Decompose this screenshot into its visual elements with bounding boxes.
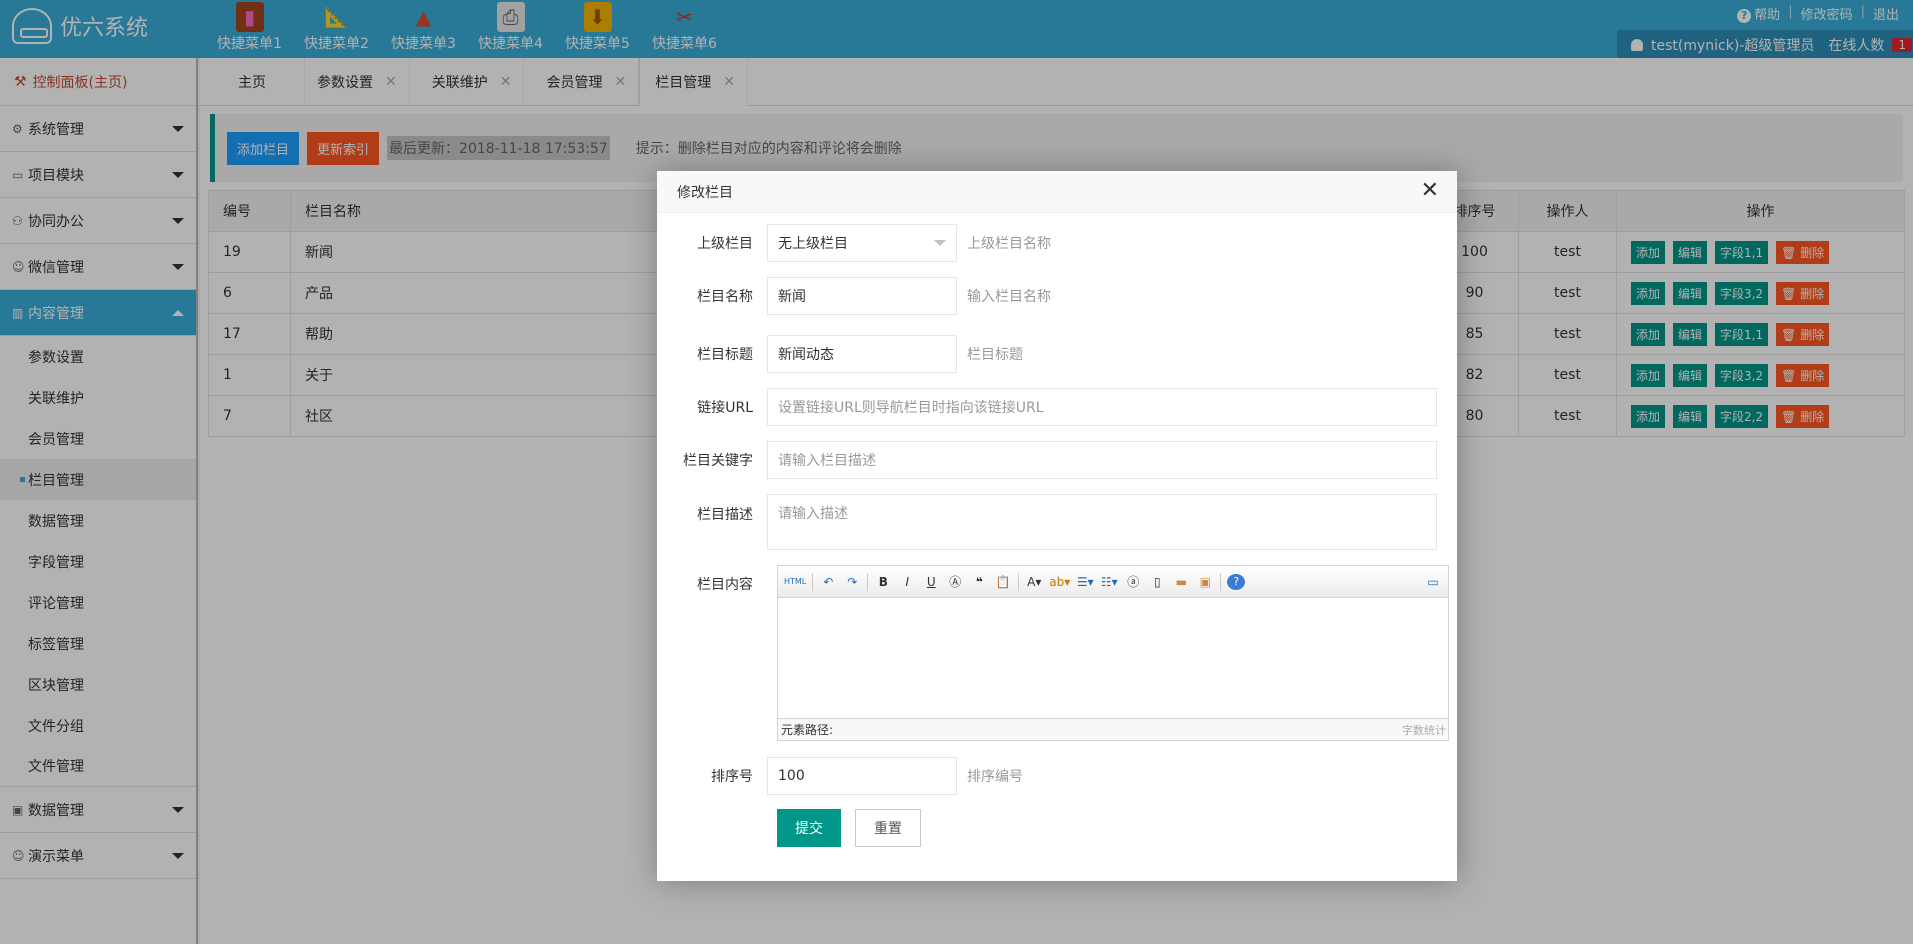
redo-icon[interactable]: ↷ xyxy=(843,573,861,591)
fullscreen-icon[interactable]: ▭ xyxy=(1424,573,1442,591)
editor-body[interactable] xyxy=(778,598,1448,718)
font-border-icon[interactable]: Ⓐ xyxy=(946,573,964,591)
highlight-icon[interactable]: ab▾ xyxy=(1049,573,1070,591)
parent-label: 上级栏目 xyxy=(697,236,753,252)
content-label: 栏目内容 xyxy=(697,577,753,593)
modal-title: 修改栏目 xyxy=(677,184,733,201)
close-icon[interactable]: ✕ xyxy=(1421,180,1439,202)
editor-toolbar: HTML ↶ ↷ B I U Ⓐ ❝ 📋 A▾ ab▾ ☰▾ ☷▾ ⓐ ▯ ▬ … xyxy=(778,566,1448,598)
element-path: 元素路径: xyxy=(781,723,834,737)
word-count: 字数统计 xyxy=(1402,723,1446,737)
quote-icon[interactable]: ❝ xyxy=(970,573,988,591)
edit-column-modal: 修改栏目 ✕ 上级栏目 无上级栏目 上级栏目名称 栏目名称 新闻 输入栏目名称 … xyxy=(657,171,1457,881)
title-label: 栏目标题 xyxy=(697,347,753,363)
html-source-icon[interactable]: HTML xyxy=(784,573,806,591)
title-aux: 栏目标题 xyxy=(967,347,1023,363)
parent-row: 上级栏目 无上级栏目 上级栏目名称 xyxy=(657,224,1051,262)
keywords-label: 栏目关键字 xyxy=(683,453,753,469)
description-textarea[interactable]: 请输入描述 xyxy=(767,494,1437,550)
description-row: 栏目描述 请输入描述 xyxy=(657,494,1437,550)
file-icon[interactable]: ▯ xyxy=(1148,573,1166,591)
font-color-icon[interactable]: A▾ xyxy=(1025,573,1043,591)
sort-input[interactable]: 100 xyxy=(767,757,957,795)
column-name-input[interactable]: 新闻 xyxy=(767,277,957,315)
url-row: 链接URL 设置链接URL则导航栏目时指向该链接URL xyxy=(657,388,1437,426)
keywords-row: 栏目关键字 请输入栏目描述 xyxy=(657,441,1437,479)
image-icon[interactable]: ▬ xyxy=(1172,573,1190,591)
modal-header: 修改栏目 ✕ xyxy=(657,171,1457,213)
editor-status-bar: 元素路径: 字数统计 xyxy=(778,718,1448,740)
sort-aux: 排序编号 xyxy=(967,769,1023,785)
italic-icon[interactable]: I xyxy=(898,573,916,591)
undo-icon[interactable]: ↶ xyxy=(819,573,837,591)
keywords-input[interactable]: 请输入栏目描述 xyxy=(767,441,1437,479)
help-icon[interactable]: ? xyxy=(1227,573,1246,590)
name-aux: 输入栏目名称 xyxy=(967,289,1051,305)
submit-button[interactable]: 提交 xyxy=(777,809,841,847)
name-label: 栏目名称 xyxy=(697,289,753,305)
url-input[interactable]: 设置链接URL则导航栏目时指向该链接URL xyxy=(767,388,1437,426)
sort-row: 排序号 100 排序编号 xyxy=(657,757,1023,795)
name-row: 栏目名称 新闻 输入栏目名称 xyxy=(657,277,1051,315)
title-row: 栏目标题 新闻动态 栏目标题 xyxy=(657,335,1023,373)
chevron-down-icon xyxy=(934,240,946,246)
url-label: 链接URL xyxy=(697,400,753,416)
multi-image-icon[interactable]: ▣ xyxy=(1196,573,1214,591)
parent-aux: 上级栏目名称 xyxy=(967,236,1051,252)
rich-text-editor: HTML ↶ ↷ B I U Ⓐ ❝ 📋 A▾ ab▾ ☰▾ ☷▾ ⓐ ▯ ▬ … xyxy=(777,565,1449,741)
underline-icon[interactable]: U xyxy=(922,573,940,591)
ordered-list-icon[interactable]: ☰▾ xyxy=(1076,573,1094,591)
link-icon[interactable]: ⓐ xyxy=(1124,573,1142,591)
parent-select[interactable]: 无上级栏目 xyxy=(767,224,957,262)
unordered-list-icon[interactable]: ☷▾ xyxy=(1100,573,1118,591)
reset-button[interactable]: 重置 xyxy=(855,809,921,847)
paste-icon[interactable]: 📋 xyxy=(994,573,1012,591)
sort-label: 排序号 xyxy=(711,769,753,785)
content-row: 栏目内容 xyxy=(657,574,767,594)
description-label: 栏目描述 xyxy=(697,507,753,523)
column-title-input[interactable]: 新闻动态 xyxy=(767,335,957,373)
bold-icon[interactable]: B xyxy=(874,573,892,591)
